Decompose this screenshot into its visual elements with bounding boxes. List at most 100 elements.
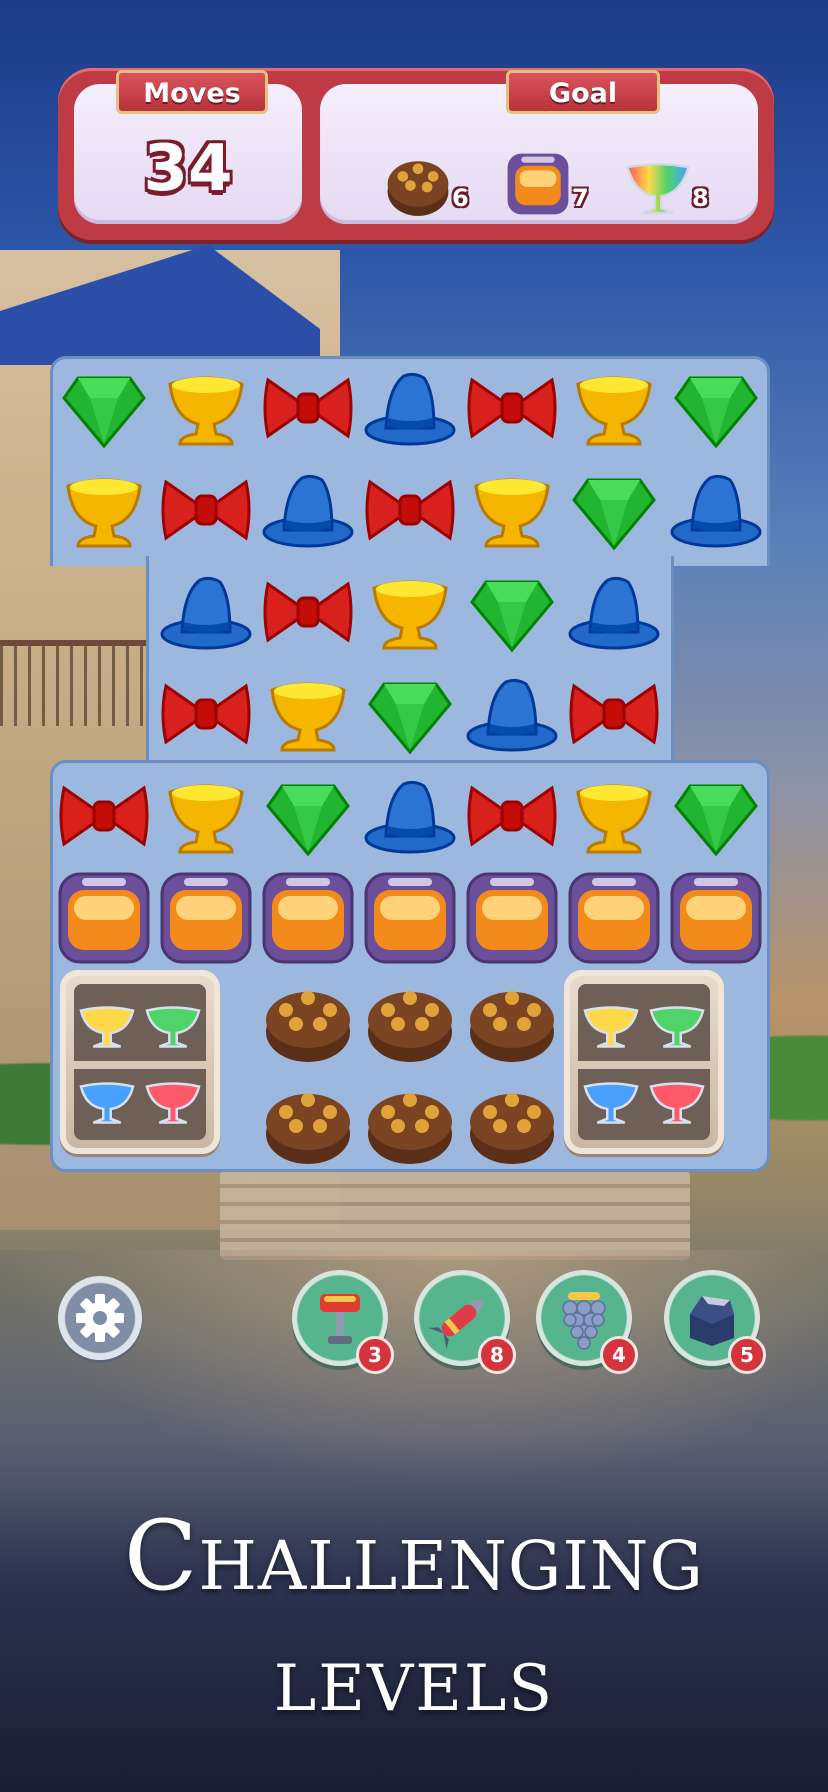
gem-piece[interactable] bbox=[564, 460, 664, 560]
moves-label: Moves bbox=[116, 70, 268, 114]
booster-hammer-count: 3 bbox=[356, 1336, 394, 1374]
crate-piece[interactable] bbox=[156, 868, 256, 968]
cake-icon bbox=[470, 1093, 554, 1164]
bow-icon bbox=[569, 683, 659, 745]
shelf-cup-icon bbox=[649, 1006, 705, 1048]
goal-item-cake: 6 bbox=[380, 146, 500, 226]
cup-icon bbox=[372, 580, 448, 650]
hat-piece[interactable] bbox=[258, 460, 358, 560]
gem-piece[interactable] bbox=[666, 358, 766, 458]
cake-piece[interactable] bbox=[360, 970, 460, 1070]
gem-icon bbox=[674, 376, 758, 449]
booster-hammer[interactable]: 3 bbox=[292, 1270, 394, 1374]
booster-rocket[interactable]: 8 bbox=[414, 1270, 516, 1374]
gear-icon bbox=[76, 1294, 124, 1342]
bow-piece[interactable] bbox=[258, 358, 358, 458]
bow-piece[interactable] bbox=[360, 460, 460, 560]
hat-piece[interactable] bbox=[462, 664, 562, 764]
cup-piece[interactable] bbox=[258, 664, 358, 764]
crate-piece[interactable] bbox=[54, 868, 154, 968]
hat-icon bbox=[262, 474, 354, 548]
crate-icon bbox=[160, 872, 252, 964]
cup-icon bbox=[168, 376, 244, 446]
game-board[interactable] bbox=[50, 356, 770, 1172]
cup-piece[interactable] bbox=[156, 766, 256, 866]
shelf-left[interactable] bbox=[60, 970, 220, 1154]
crate-icon bbox=[58, 872, 150, 964]
chocolate-cake-icon bbox=[387, 161, 449, 216]
shelf-cup-icon bbox=[583, 1082, 639, 1124]
goal-label: Goal bbox=[506, 70, 660, 114]
gem-icon bbox=[368, 682, 452, 755]
gem-piece[interactable] bbox=[666, 766, 766, 866]
shelf-cup-icon bbox=[649, 1082, 705, 1124]
crate-piece[interactable] bbox=[360, 868, 460, 968]
gem-piece[interactable] bbox=[258, 766, 358, 866]
shelf-right[interactable] bbox=[564, 970, 724, 1154]
cake-piece[interactable] bbox=[462, 970, 562, 1070]
bow-piece[interactable] bbox=[156, 460, 256, 560]
rainbow-cup-icon bbox=[626, 163, 690, 215]
shelf-cup-icon bbox=[145, 1006, 201, 1048]
cup-piece[interactable] bbox=[360, 562, 460, 662]
cup-piece[interactable] bbox=[564, 766, 664, 866]
hat-icon bbox=[670, 474, 762, 548]
promo-title-line2: levels bbox=[273, 1625, 555, 1732]
bow-piece[interactable] bbox=[462, 358, 562, 458]
bow-piece[interactable] bbox=[156, 664, 256, 764]
bow-piece[interactable] bbox=[258, 562, 358, 662]
cup-piece[interactable] bbox=[156, 358, 256, 458]
hat-piece[interactable] bbox=[666, 460, 766, 560]
bow-icon bbox=[365, 479, 455, 541]
gem-piece[interactable] bbox=[54, 358, 154, 458]
crate-icon bbox=[568, 872, 660, 964]
hat-piece[interactable] bbox=[360, 358, 460, 458]
crate-piece[interactable] bbox=[258, 868, 358, 968]
crate-icon bbox=[262, 872, 354, 964]
cake-piece[interactable] bbox=[360, 1072, 460, 1172]
moves-counter: 34 bbox=[143, 132, 233, 206]
goal-count-cake: 6 bbox=[452, 184, 469, 212]
cup-icon bbox=[270, 682, 346, 752]
crate-piece[interactable] bbox=[666, 868, 766, 968]
cup-piece[interactable] bbox=[564, 358, 664, 458]
crate-icon bbox=[466, 872, 558, 964]
cup-icon bbox=[576, 376, 652, 446]
hat-piece[interactable] bbox=[564, 562, 664, 662]
settings-button[interactable] bbox=[58, 1276, 142, 1360]
booster-box[interactable]: 5 bbox=[664, 1270, 766, 1374]
gem-icon bbox=[674, 784, 758, 857]
bow-piece[interactable] bbox=[462, 766, 562, 866]
cup-icon bbox=[66, 478, 142, 548]
cake-piece[interactable] bbox=[258, 970, 358, 1070]
bow-icon bbox=[161, 683, 251, 745]
gem-piece[interactable] bbox=[360, 664, 460, 764]
hat-icon bbox=[364, 780, 456, 854]
cup-piece[interactable] bbox=[462, 460, 562, 560]
hat-piece[interactable] bbox=[156, 562, 256, 662]
cake-piece[interactable] bbox=[258, 1072, 358, 1172]
cake-piece[interactable] bbox=[462, 1072, 562, 1172]
booster-box-count: 5 bbox=[728, 1336, 766, 1374]
hat-icon bbox=[466, 678, 558, 752]
crate-piece[interactable] bbox=[564, 868, 664, 968]
shelf-cup-icon bbox=[79, 1006, 135, 1048]
booster-grapes[interactable]: 4 bbox=[536, 1270, 638, 1374]
gem-icon bbox=[62, 376, 146, 449]
crate-piece[interactable] bbox=[462, 868, 562, 968]
gem-icon bbox=[572, 478, 656, 551]
background-stairs bbox=[220, 1170, 690, 1260]
hat-icon bbox=[568, 576, 660, 650]
bow-piece[interactable] bbox=[564, 664, 664, 764]
goal-item-cup: 8 bbox=[620, 146, 740, 226]
cake-icon bbox=[470, 991, 554, 1062]
bow-icon bbox=[59, 785, 149, 847]
bow-piece[interactable] bbox=[54, 766, 154, 866]
goal-item-crate: 7 bbox=[500, 146, 620, 226]
cup-icon bbox=[474, 478, 550, 548]
cup-piece[interactable] bbox=[54, 460, 154, 560]
hat-piece[interactable] bbox=[360, 766, 460, 866]
shelf-cup-icon bbox=[145, 1082, 201, 1124]
hat-icon bbox=[160, 576, 252, 650]
gem-piece[interactable] bbox=[462, 562, 562, 662]
